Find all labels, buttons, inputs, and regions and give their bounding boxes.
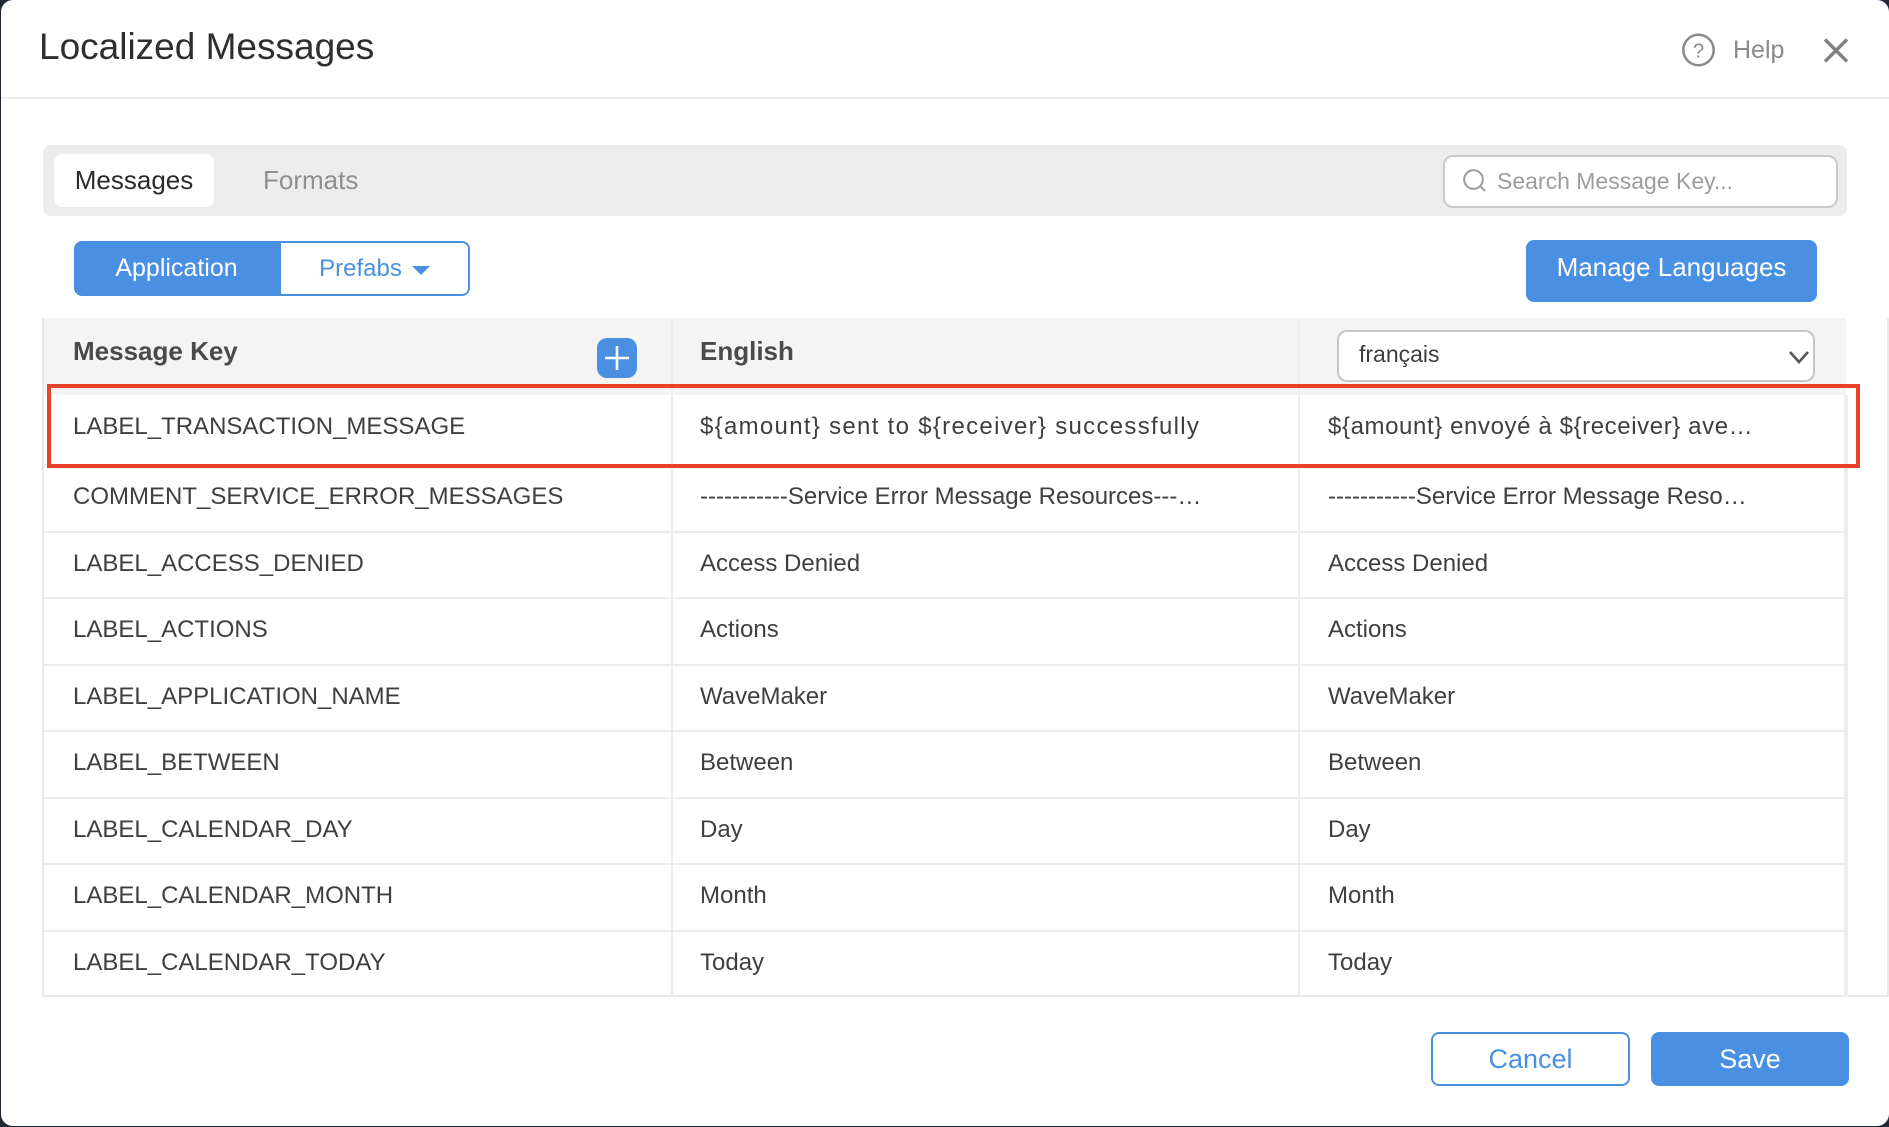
svg-text:?: ? (1693, 41, 1704, 63)
